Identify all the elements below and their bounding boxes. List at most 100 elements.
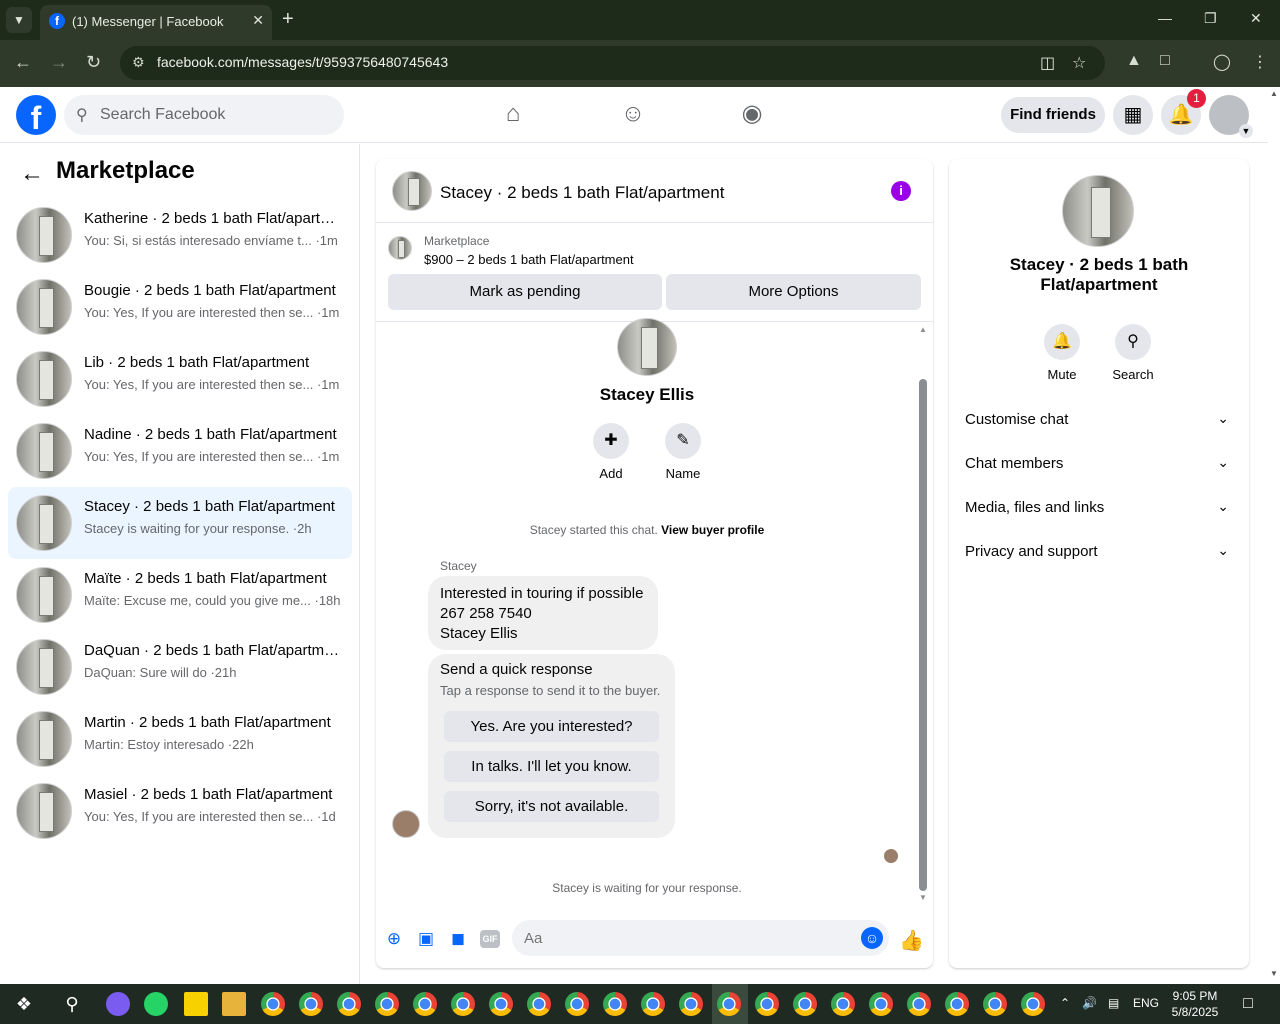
whatsapp-icon[interactable]: [144, 992, 168, 1016]
minimize-icon[interactable]: —: [1158, 10, 1172, 26]
notification-center-icon[interactable]: □: [1236, 992, 1260, 1016]
add-action[interactable]: ✚ Add: [586, 423, 636, 481]
site-info-icon[interactable]: ⚙: [132, 54, 145, 71]
chrome-taskbar-icon[interactable]: [1021, 992, 1045, 1016]
name-action[interactable]: ✎ Name: [658, 423, 708, 481]
emoji-icon[interactable]: ☺: [861, 927, 883, 949]
mark-as-pending-button[interactable]: Mark as pending: [388, 274, 662, 310]
mute-action[interactable]: 🔔 Mute: [1032, 324, 1092, 382]
sender-avatar[interactable]: [392, 810, 420, 838]
chrome-taskbar-icon[interactable]: [603, 992, 627, 1016]
thumbs-up-icon[interactable]: 👍: [899, 928, 924, 953]
windows-start-icon[interactable]: ❖: [12, 992, 36, 1016]
back-arrow-icon[interactable]: ←: [20, 160, 44, 188]
listing-thumbnail[interactable]: [388, 236, 412, 260]
chrome-taskbar-icon[interactable]: [831, 992, 855, 1016]
extension-on-icon[interactable]: ▲: [1126, 52, 1142, 70]
chrome-taskbar-icon[interactable]: [907, 992, 931, 1016]
plus-circle-icon[interactable]: ⊕: [383, 928, 405, 950]
maximize-icon[interactable]: ❐: [1204, 10, 1217, 27]
media-files-links-section[interactable]: Media, files and links ⌄: [965, 487, 1237, 531]
chrome-taskbar-icon[interactable]: [755, 992, 779, 1016]
network-icon[interactable]: ▤: [1108, 996, 1119, 1010]
conversation-item[interactable]: Lib · 2 beds 1 bath Flat/apartment You: Y…: [8, 343, 352, 415]
customise-chat-section[interactable]: Customise chat ⌄: [965, 399, 1237, 443]
message-input[interactable]: [512, 920, 842, 956]
chrome-taskbar-icon[interactable]: [717, 992, 741, 1016]
browser-tab[interactable]: f (1) Messenger | Facebook ✕: [40, 5, 272, 40]
search-facebook-input[interactable]: ⚲ Search Facebook: [64, 95, 344, 135]
page-scroll-down-icon[interactable]: ▼: [1270, 969, 1278, 978]
install-app-icon[interactable]: ◫: [1040, 53, 1055, 73]
message-bubble[interactable]: Interested in touring if possible 267 25…: [428, 576, 658, 650]
conversation-item[interactable]: Martin · 2 beds 1 bath Flat/apartment Mar…: [8, 703, 352, 775]
url-text[interactable]: facebook.com/messages/t/9593756480745643: [157, 54, 448, 70]
profile-avatar[interactable]: ▼: [1209, 95, 1253, 138]
omnibox[interactable]: ⚙ facebook.com/messages/t/95937564807456…: [120, 46, 1105, 80]
conversation-item[interactable]: Masiel · 2 beds 1 bath Flat/apartment You…: [8, 775, 352, 847]
facebook-logo-icon[interactable]: f: [16, 95, 56, 136]
window-close-icon[interactable]: ✕: [1250, 10, 1262, 27]
bookmark-star-icon[interactable]: ☆: [1072, 53, 1086, 73]
search-action[interactable]: ⚲ Search: [1103, 324, 1163, 382]
chrome-taskbar-icon[interactable]: [413, 992, 437, 1016]
scroll-up-arrow-icon[interactable]: ▲: [919, 325, 927, 334]
conversation-item[interactable]: DaQuan · 2 beds 1 bath Flat/apartment DaQ…: [8, 631, 352, 703]
gif-icon[interactable]: GIF: [480, 930, 500, 948]
details-avatar[interactable]: [1062, 175, 1134, 247]
chrome-taskbar-icon[interactable]: [945, 992, 969, 1016]
page-scroll-up-icon[interactable]: ▲: [1270, 89, 1278, 98]
file-explorer-icon[interactable]: [222, 992, 246, 1016]
contact-avatar[interactable]: [617, 318, 677, 376]
reload-icon[interactable]: ↻: [86, 52, 101, 73]
page-scrollbar[interactable]: ▲ ▼: [1268, 87, 1280, 984]
chrome-taskbar-icon[interactable]: [299, 992, 323, 1016]
photo-icon[interactable]: ▣: [415, 928, 437, 950]
chrome-taskbar-icon[interactable]: [489, 992, 513, 1016]
find-friends-button[interactable]: Find friends: [1001, 97, 1105, 133]
new-tab-button[interactable]: +: [282, 8, 294, 31]
quick-response-button[interactable]: Sorry, it's not available.: [444, 791, 659, 822]
copilot-icon[interactable]: [106, 992, 130, 1016]
quick-response-button[interactable]: Yes. Are you interested?: [444, 711, 659, 742]
conversation-item[interactable]: Bougie · 2 beds 1 bath Flat/apartment You…: [8, 271, 352, 343]
chat-members-section[interactable]: Chat members ⌄: [965, 443, 1237, 487]
volume-icon[interactable]: 🔊: [1082, 996, 1097, 1010]
chrome-taskbar-icon[interactable]: [337, 992, 361, 1016]
quick-response-button[interactable]: In talks. I'll let you know.: [444, 751, 659, 782]
chrome-taskbar-icon[interactable]: [641, 992, 665, 1016]
home-icon[interactable]: ⌂: [498, 99, 528, 129]
language-indicator[interactable]: ENG: [1133, 996, 1159, 1010]
taskbar-search-icon[interactable]: ⚲: [60, 992, 84, 1016]
chrome-taskbar-icon[interactable]: [375, 992, 399, 1016]
chat-avatar[interactable]: [392, 171, 432, 211]
clock[interactable]: 9:05 PM 5/8/2025: [1170, 988, 1220, 1020]
sticky-notes-icon[interactable]: [184, 992, 208, 1016]
chrome-taskbar-icon[interactable]: [983, 992, 1007, 1016]
browser-menu-icon[interactable]: ⋮: [1252, 52, 1268, 72]
tray-chevron-up-icon[interactable]: ⌃: [1060, 996, 1070, 1010]
forward-icon[interactable]: →: [50, 52, 68, 73]
account-icon[interactable]: ◯: [1213, 52, 1231, 72]
chrome-taskbar-icon[interactable]: [261, 992, 285, 1016]
back-icon[interactable]: ←: [14, 52, 32, 73]
chrome-taskbar-icon[interactable]: [793, 992, 817, 1016]
chrome-taskbar-icon[interactable]: [451, 992, 475, 1016]
chat-title[interactable]: Stacey · 2 beds 1 bath Flat/apartment: [440, 183, 724, 203]
more-options-button[interactable]: More Options: [666, 274, 921, 310]
conversation-item[interactable]: Nadine · 2 beds 1 bath Flat/apartment You…: [8, 415, 352, 487]
extensions-puzzle-icon[interactable]: □: [1160, 52, 1170, 70]
tab-search-dropdown[interactable]: ▼: [6, 7, 32, 33]
groups-icon[interactable]: ◉: [737, 99, 767, 129]
chat-scrollbar[interactable]: [919, 379, 927, 891]
chrome-taskbar-icon[interactable]: [565, 992, 589, 1016]
scroll-down-arrow-icon[interactable]: ▼: [919, 893, 927, 902]
close-tab-icon[interactable]: ✕: [252, 12, 264, 29]
conversation-item[interactable]: Katherine · 2 beds 1 bath Flat/apartment…: [8, 199, 352, 271]
listing-price-title[interactable]: $900 – 2 beds 1 bath Flat/apartment: [424, 252, 634, 267]
chrome-taskbar-icon[interactable]: [527, 992, 551, 1016]
chrome-taskbar-icon[interactable]: [869, 992, 893, 1016]
sticker-icon[interactable]: ◼: [447, 928, 469, 950]
view-buyer-profile-link[interactable]: View buyer profile: [661, 523, 764, 537]
conversation-item[interactable]: Stacey · 2 beds 1 bath Flat/apartment Sta…: [8, 487, 352, 559]
